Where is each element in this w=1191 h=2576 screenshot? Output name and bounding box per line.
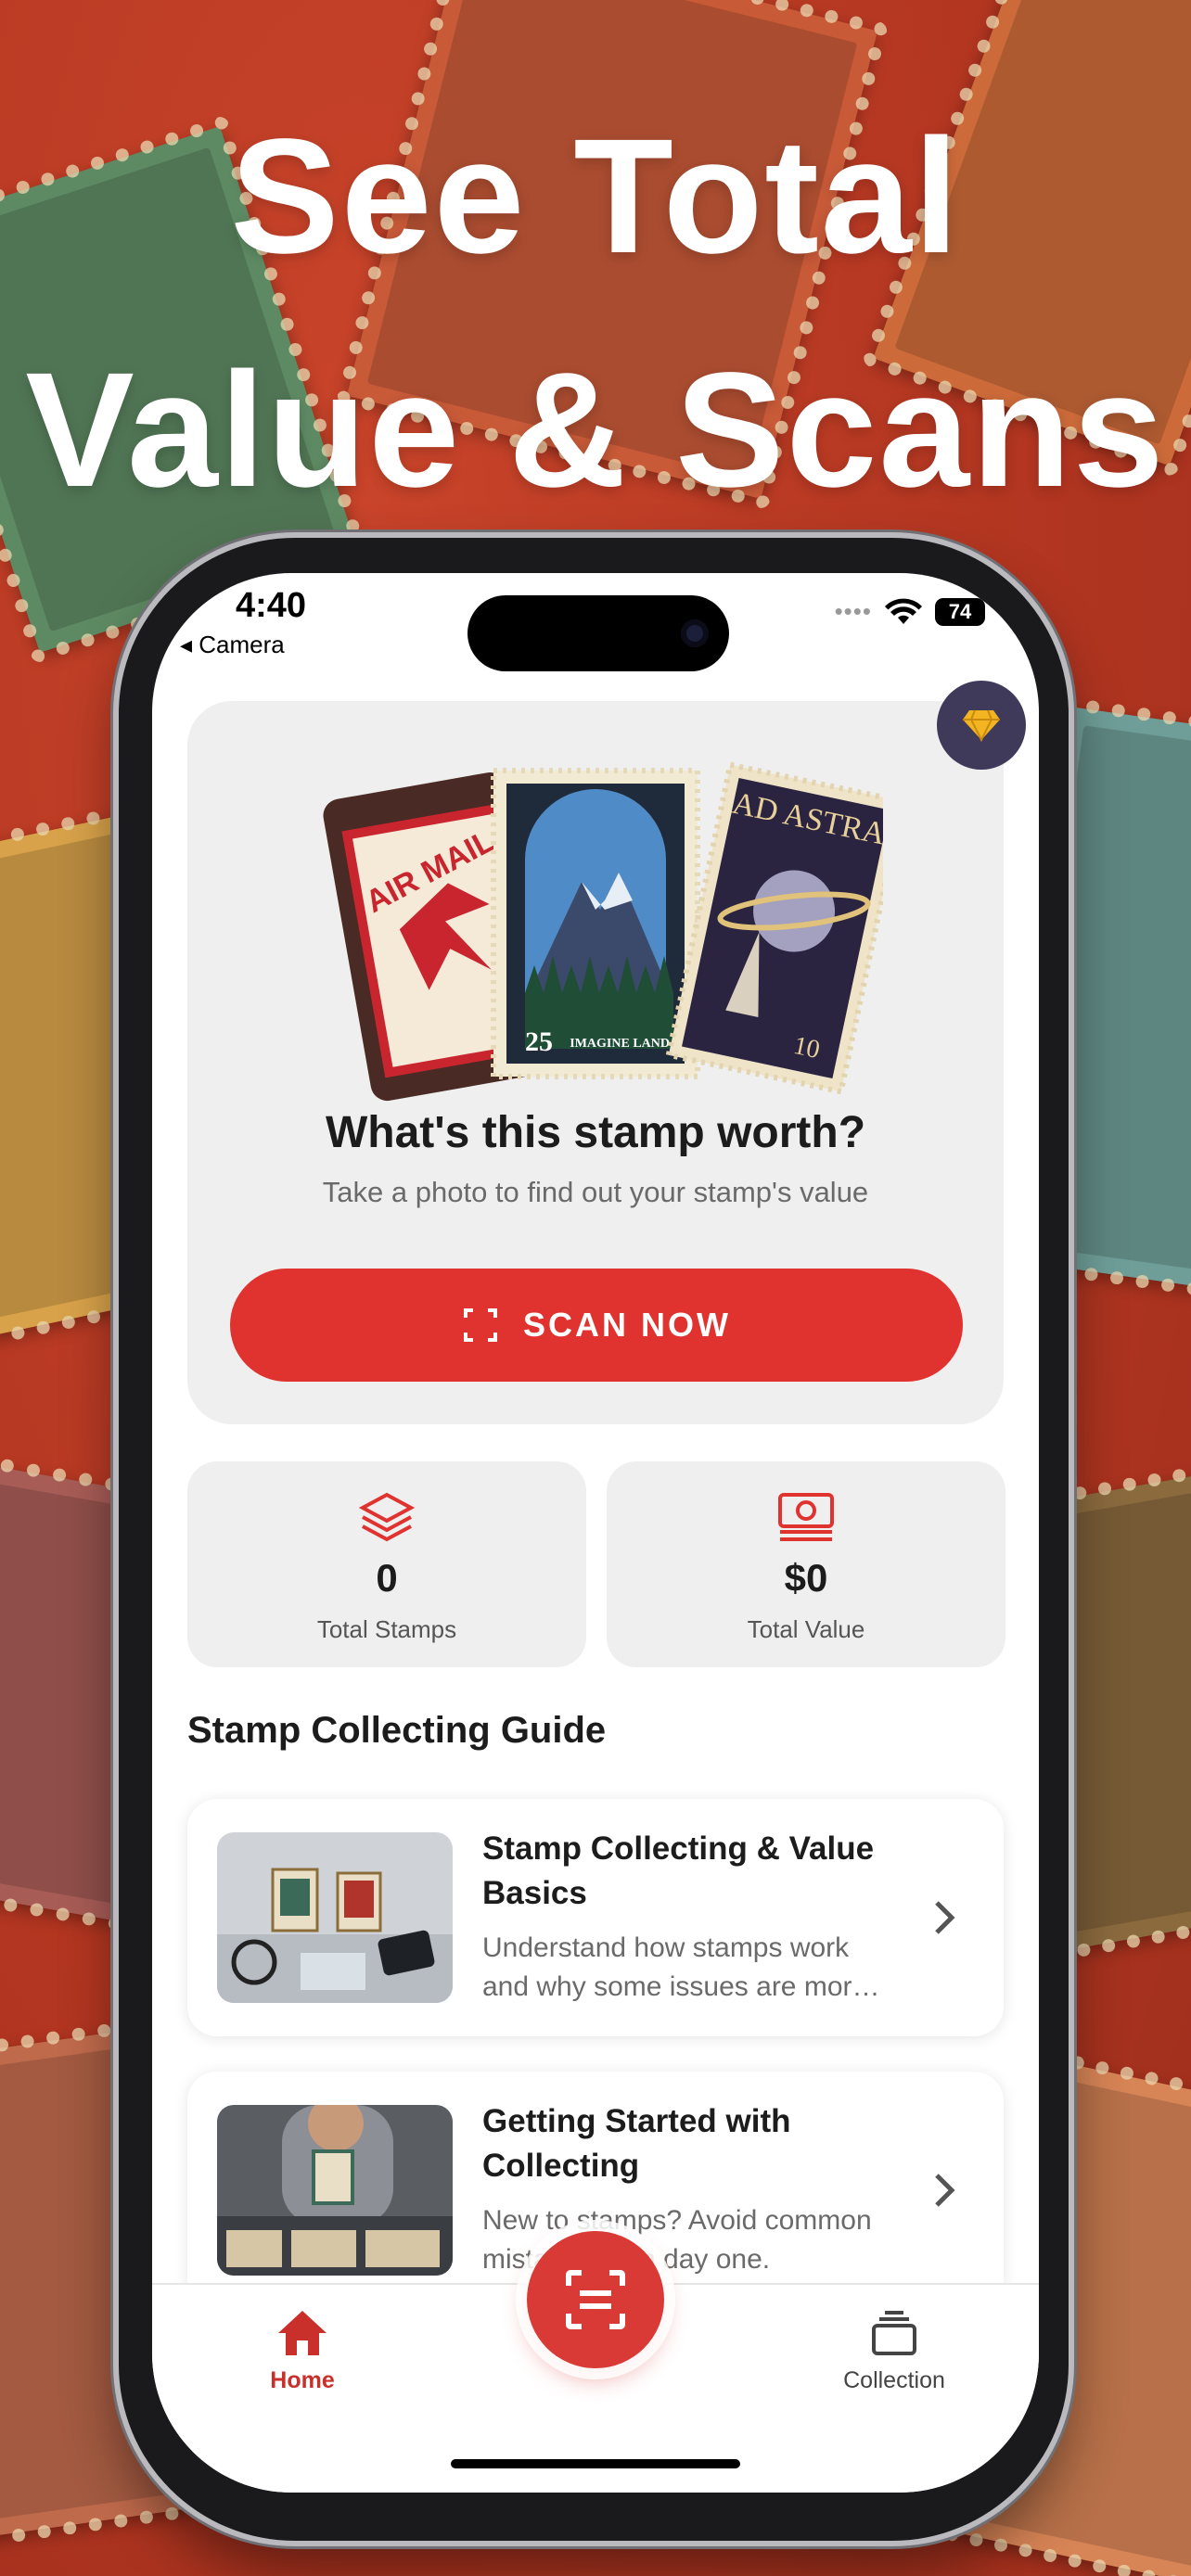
collection-icon xyxy=(872,2311,916,2355)
diamond-icon xyxy=(963,709,1000,742)
total-value-label: Total Value xyxy=(747,1615,865,1643)
total-stamps-value: 0 xyxy=(376,1556,398,1600)
scan-icon xyxy=(566,2270,625,2329)
scan-now-button[interactable]: SCAN NOW xyxy=(230,1269,963,1382)
guide-item-title: Stamp Collecting & Value Basics xyxy=(482,1830,875,1911)
dynamic-island xyxy=(467,595,729,671)
home-indicator xyxy=(451,2459,740,2468)
guide-item-description: Understand how stamps work and why some … xyxy=(482,1932,880,2002)
space-stamp: AD ASTRA 10 xyxy=(665,761,883,1095)
status-indicators: •••• 74 xyxy=(835,597,985,626)
cellular-signal-icon: •••• xyxy=(834,597,872,625)
home-icon xyxy=(278,2311,327,2355)
guide-thumbnail xyxy=(217,1832,453,2003)
scan-hero-card: AIR MAIL 25 IMAGINE LAND AD ASTRA 10 Wha… xyxy=(187,701,1004,1424)
front-camera xyxy=(681,619,709,647)
tab-home-label: Home xyxy=(270,2367,335,2393)
scan-fab-button[interactable] xyxy=(527,2231,664,2368)
guide-section-title: Stamp Collecting Guide xyxy=(187,1710,607,1751)
scan-now-label: SCAN NOW xyxy=(523,1306,731,1344)
guide-item-title: Getting Started with Collecting xyxy=(482,2103,791,2184)
layers-icon xyxy=(358,1492,416,1542)
status-time: 4:40 xyxy=(236,586,307,625)
chevron-right-icon xyxy=(935,1901,955,1934)
tab-home[interactable]: Home xyxy=(210,2309,395,2394)
back-to-camera-link[interactable]: ◂ Camera xyxy=(180,631,285,659)
headline-line-1: See Total xyxy=(230,106,961,287)
landscape-value: 25 xyxy=(525,1027,553,1057)
total-value-amount: $0 xyxy=(784,1556,828,1600)
battery-indicator: 74 xyxy=(935,597,985,626)
headline-line-2: Value & Scans xyxy=(25,339,1166,521)
hero-subtitle: Take a photo to find out your stamp's va… xyxy=(322,1176,869,1208)
landscape-stamp: 25 IMAGINE LAND xyxy=(491,768,700,1079)
tab-collection-label: Collection xyxy=(843,2367,945,2393)
total-stamps-label: Total Stamps xyxy=(316,1615,457,1643)
chevron-right-icon xyxy=(935,2174,955,2207)
tab-collection[interactable]: Collection xyxy=(801,2309,987,2394)
hero-title: What's this stamp worth? xyxy=(325,1108,866,1157)
landscape-caption: IMAGINE LAND xyxy=(570,1037,670,1051)
premium-button[interactable] xyxy=(937,681,1026,770)
total-stamps-card[interactable]: 0 Total Stamps xyxy=(187,1461,586,1667)
headline: See Total Value & Scans xyxy=(0,80,1191,547)
scan-frame-icon xyxy=(464,1308,497,1342)
phone-screen: 4:40 ◂ Camera •••• 74 AIR MAIL 25 IMAGIN… xyxy=(152,573,1039,2493)
stamp-illustration: AIR MAIL 25 IMAGINE LAND AD ASTRA 10 xyxy=(323,761,883,1102)
total-value-card[interactable]: $0 Total Value xyxy=(607,1461,1005,1667)
guide-thumbnail xyxy=(217,2105,453,2276)
guide-item-value-basics[interactable]: Stamp Collecting & Value Basics Understa… xyxy=(187,1799,1004,2036)
cash-icon xyxy=(778,1493,834,1541)
wifi-icon xyxy=(885,598,922,624)
